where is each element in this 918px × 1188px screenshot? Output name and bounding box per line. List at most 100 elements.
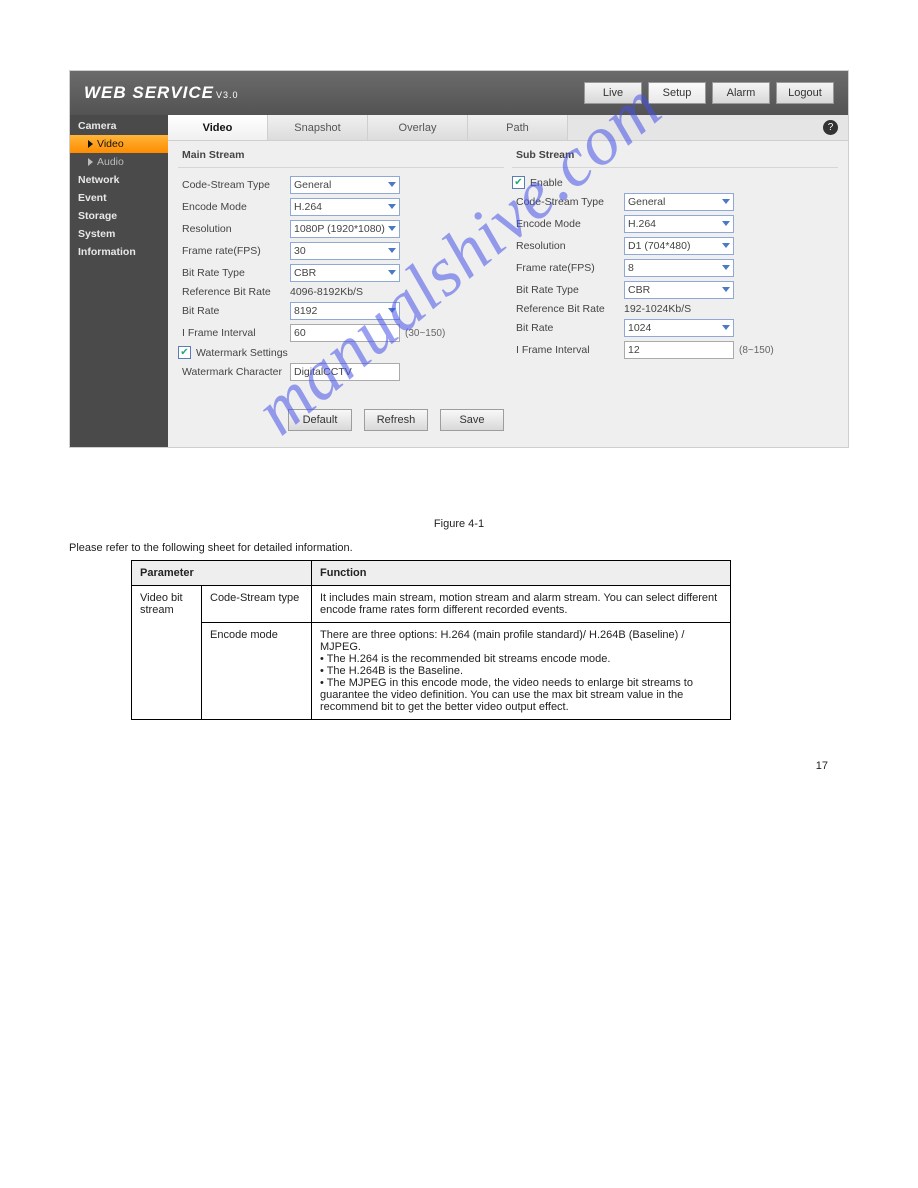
tab-overlay[interactable]: Overlay	[368, 115, 468, 140]
main-codestream-select[interactable]: General	[290, 176, 400, 194]
header-bar: WEB SERVICEV3.0 Live Setup Alarm Logout	[70, 71, 848, 115]
select-value: CBR	[294, 267, 316, 279]
main-resolution-select[interactable]: 1080P (1920*1080)	[290, 220, 400, 238]
row-sub-framerate: Frame rate(FPS) 8	[512, 259, 838, 277]
main-stream-section: Main Stream Code-Stream Type General Enc…	[178, 141, 504, 385]
label: Resolution	[512, 240, 624, 252]
sidebar-cat-event[interactable]: Event	[70, 189, 168, 207]
sidebar-item-label: Audio	[97, 156, 124, 168]
sub-resolution-select[interactable]: D1 (704*480)	[624, 237, 734, 255]
page-number: 17	[0, 760, 828, 772]
chevron-right-icon	[88, 158, 93, 166]
content-area: Video Snapshot Overlay Path ? Main Strea…	[168, 115, 848, 447]
label: I Frame Interval	[512, 344, 624, 356]
sub-bitrate-select[interactable]: 1024	[624, 319, 734, 337]
top-nav: Live Setup Alarm Logout	[584, 82, 834, 104]
tab-video[interactable]: Video	[168, 115, 268, 140]
cell-group: Video bit stream	[132, 586, 202, 720]
help-icon[interactable]: ?	[823, 120, 838, 135]
sub-refbitrate-text: 192-1024Kb/S	[624, 303, 838, 315]
sidebar-item-video[interactable]: Video	[70, 135, 168, 153]
watermark-settings-checkbox[interactable]	[178, 346, 191, 359]
body-wrap: Camera Video Audio Network Event Storage…	[70, 115, 848, 447]
row-main-codestream: Code-Stream Type General	[178, 176, 504, 194]
sidebar-cat-system[interactable]: System	[70, 225, 168, 243]
select-value: General	[628, 196, 665, 208]
sub-stream--title: Sub Stream	[512, 141, 838, 168]
select-value: H.264	[294, 201, 322, 213]
manual-block: Figure 4-1 Please refer to the following…	[69, 518, 849, 720]
row-main-encodemode: Encode Mode H.264	[178, 198, 504, 216]
row-sub-iframe: I Frame Interval 12 (8~150)	[512, 341, 838, 359]
select-value: 8192	[294, 305, 317, 317]
lead-text: Please refer to the following sheet for …	[69, 542, 849, 554]
nav-setup-button[interactable]: Setup	[648, 82, 706, 104]
sidebar-cat-information[interactable]: Information	[70, 243, 168, 261]
label: Frame rate(FPS)	[512, 262, 624, 274]
select-value: 1024	[628, 322, 651, 334]
table-row: Video bit stream Code-Stream type It inc…	[132, 586, 731, 623]
row-main-framerate: Frame rate(FPS) 30	[178, 242, 504, 260]
sub-codestream-select[interactable]: General	[624, 193, 734, 211]
label: Bit Rate	[512, 322, 624, 334]
watermark-settings-label: Watermark Settings	[196, 347, 288, 359]
row-watermark-char: Watermark Character DigitalCCTV	[178, 363, 504, 381]
main-bitrate-select[interactable]: 8192	[290, 302, 400, 320]
input-value: 12	[628, 344, 640, 356]
sidebar-item-label: Video	[97, 138, 124, 150]
sidebar: Camera Video Audio Network Event Storage…	[70, 115, 168, 447]
chevron-right-icon	[88, 140, 93, 148]
sub-enable-label: Enable	[530, 177, 563, 189]
main-framerate-select[interactable]: 30	[290, 242, 400, 260]
sub-enable-checkbox[interactable]	[512, 176, 525, 189]
cell-func: There are three options: H.264 (main pro…	[312, 623, 731, 720]
watermark-char-input[interactable]: DigitalCCTV	[290, 363, 400, 381]
select-value: CBR	[628, 284, 650, 296]
sidebar-cat-storage[interactable]: Storage	[70, 207, 168, 225]
nav-live-button[interactable]: Live	[584, 82, 642, 104]
logo-text: WEB SERVICE	[84, 83, 214, 102]
select-value: 8	[628, 262, 634, 274]
sub-bitratetype-select[interactable]: CBR	[624, 281, 734, 299]
sidebar-item-audio[interactable]: Audio	[70, 153, 168, 171]
save-button[interactable]: Save	[440, 409, 504, 431]
func-line: There are three options: H.264 (main pro…	[320, 629, 722, 653]
tab-snapshot[interactable]: Snapshot	[268, 115, 368, 140]
main-encodemode-select[interactable]: H.264	[290, 198, 400, 216]
input-value: DigitalCCTV	[294, 366, 352, 378]
th-function: Function	[312, 561, 731, 586]
tab-path[interactable]: Path	[468, 115, 568, 140]
main-bitratetype-select[interactable]: CBR	[290, 264, 400, 282]
row-sub-refbitrate: Reference Bit Rate 192-1024Kb/S	[512, 303, 838, 315]
row-watermark-settings: Watermark Settings	[178, 346, 504, 359]
label: Watermark Character	[178, 366, 290, 378]
action-row: Default Refresh Save	[168, 399, 848, 447]
nav-logout-button[interactable]: Logout	[776, 82, 834, 104]
cell-param: Encode mode	[202, 623, 312, 720]
sidebar-cat-network[interactable]: Network	[70, 171, 168, 189]
input-value: 60	[294, 327, 306, 339]
row-main-bitratetype: Bit Rate Type CBR	[178, 264, 504, 282]
func-line: • The H.264 is the recommended bit strea…	[320, 653, 722, 665]
sidebar-cat-camera[interactable]: Camera	[70, 117, 168, 135]
default-button[interactable]: Default	[288, 409, 352, 431]
main-iframe-range: (30~150)	[405, 328, 445, 339]
spec-table: Parameter Function Video bit stream Code…	[131, 560, 731, 720]
select-value: 1080P (1920*1080)	[294, 223, 385, 235]
main-iframe-input[interactable]: 60	[290, 324, 400, 342]
sub-iframe-input[interactable]: 12	[624, 341, 734, 359]
app-logo: WEB SERVICEV3.0	[84, 83, 239, 103]
sub-framerate-select[interactable]: 8	[624, 259, 734, 277]
figure-caption: Figure 4-1	[69, 518, 849, 530]
label: I Frame Interval	[178, 327, 290, 339]
cell-func: It includes main stream, motion stream a…	[312, 586, 731, 623]
refresh-button[interactable]: Refresh	[364, 409, 428, 431]
logo-version: V3.0	[216, 90, 239, 100]
sub-encodemode-select[interactable]: H.264	[624, 215, 734, 233]
th-parameter: Parameter	[132, 561, 312, 586]
nav-alarm-button[interactable]: Alarm	[712, 82, 770, 104]
label: Bit Rate Type	[512, 284, 624, 296]
row-main-bitrate: Bit Rate 8192	[178, 302, 504, 320]
cell-param: Code-Stream type	[202, 586, 312, 623]
table-row: Encode mode There are three options: H.2…	[132, 623, 731, 720]
